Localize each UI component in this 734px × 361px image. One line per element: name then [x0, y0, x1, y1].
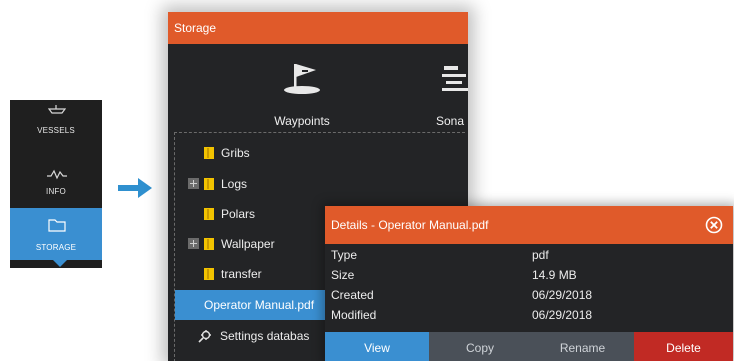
folder-icon [204, 268, 214, 280]
rename-button[interactable]: Rename [531, 332, 634, 361]
category-sonar-label: Sona [436, 114, 465, 128]
tree-item-label: Settings databas [220, 329, 310, 343]
detail-size-value: 14.9 MB [532, 268, 577, 282]
detail-size-label: Size [331, 268, 355, 282]
expand-icon[interactable] [188, 178, 199, 189]
selected-pointer [53, 260, 67, 267]
view-button[interactable]: View [325, 332, 429, 361]
category-waypoints[interactable]: Waypoints [254, 60, 350, 128]
side-menu: VESSELS INFO STORAGE [10, 100, 102, 268]
info-wave-icon [47, 169, 67, 180]
vessels-icon [48, 105, 66, 114]
storage-folder-icon [48, 219, 66, 232]
delete-button[interactable]: Delete [634, 332, 733, 361]
category-waypoints-label: Waypoints [274, 114, 330, 128]
tree-item-label: transfer [221, 267, 262, 281]
folder-icon [204, 238, 214, 250]
side-menu-item-storage[interactable]: STORAGE [10, 208, 102, 260]
side-menu-item-info[interactable]: INFO [10, 156, 102, 200]
details-dialog: Details - Operator Manual.pdf Type pdf S… [325, 206, 733, 361]
tree-item-logs[interactable]: Logs [175, 169, 465, 199]
details-actions: View Copy Rename Delete [325, 332, 733, 361]
tree-item-label: Logs [221, 177, 248, 191]
storage-title: Storage [168, 12, 468, 44]
details-title-bar: Details - Operator Manual.pdf [325, 206, 733, 244]
close-icon[interactable] [705, 216, 723, 234]
side-menu-label-storage: STORAGE [35, 243, 77, 252]
sonar-icon [442, 66, 468, 91]
copy-button[interactable]: Copy [429, 332, 531, 361]
category-sonar[interactable]: Sona [430, 60, 468, 128]
detail-type-label: Type [331, 248, 358, 262]
tree-item-label: Wallpaper [221, 237, 275, 251]
waypoint-flag-icon [284, 64, 320, 94]
settings-database-icon [198, 330, 211, 343]
detail-modified-value: 06/29/2018 [532, 308, 593, 322]
arrow-right-icon [118, 178, 152, 198]
tree-item-gribs[interactable]: Gribs [175, 138, 465, 168]
tree-item-label: Gribs [221, 146, 250, 160]
expand-icon[interactable] [188, 238, 199, 249]
folder-icon [204, 208, 214, 220]
tree-item-label: Polars [221, 207, 256, 221]
details-title: Details - Operator Manual.pdf [331, 218, 489, 232]
side-menu-label-info: INFO [46, 187, 66, 196]
side-menu-label-vessels: VESSELS [37, 126, 75, 135]
detail-type-value: pdf [532, 248, 549, 262]
tree-item-label: Operator Manual.pdf [204, 298, 315, 312]
folder-icon [204, 147, 214, 159]
side-menu-item-vessels[interactable]: VESSELS [10, 100, 102, 148]
folder-icon [204, 178, 214, 190]
detail-created-label: Created [331, 288, 374, 302]
detail-modified-label: Modified [331, 308, 377, 322]
detail-created-value: 06/29/2018 [532, 288, 593, 302]
